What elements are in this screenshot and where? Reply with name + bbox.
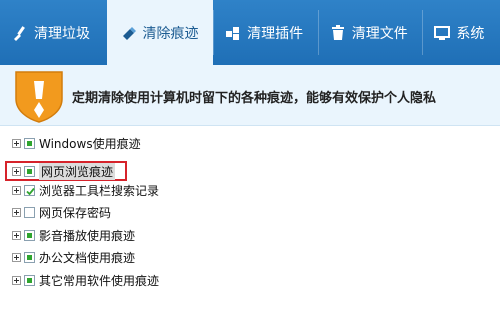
partial-checkbox-icon[interactable] bbox=[24, 229, 35, 241]
monitor-icon bbox=[434, 25, 451, 41]
tab-label: 清理插件 bbox=[247, 25, 304, 42]
trash-icon bbox=[330, 24, 346, 41]
expand-icon[interactable] bbox=[12, 230, 21, 240]
tree-item-label: 其它常用软件使用痕迹 bbox=[39, 273, 160, 288]
tree-item-office-docs[interactable]: 办公文档使用痕迹 bbox=[12, 247, 135, 267]
tab-clear-traces[interactable]: 清除痕迹 bbox=[106, 0, 214, 65]
tree-item-label: Windows使用痕迹 bbox=[39, 136, 141, 151]
expand-icon[interactable] bbox=[12, 275, 21, 285]
tab-system[interactable]: 系统 bbox=[422, 0, 500, 65]
partial-checkbox-icon[interactable] bbox=[24, 274, 35, 286]
shield-icon bbox=[15, 71, 63, 123]
eraser-icon bbox=[121, 25, 137, 41]
partial-checkbox-icon[interactable] bbox=[24, 137, 35, 149]
expand-icon[interactable] bbox=[12, 138, 21, 148]
expand-icon[interactable] bbox=[12, 185, 21, 195]
broom-icon bbox=[12, 25, 28, 41]
expand-icon[interactable] bbox=[12, 207, 21, 217]
partial-checkbox-icon[interactable] bbox=[24, 165, 35, 177]
info-banner: 定期清除使用计算机时留下的各种痕迹，能够有效保护个人隐私 bbox=[0, 65, 500, 126]
tree-item-label: 网页保存密码 bbox=[39, 205, 112, 220]
tree-item-media-playback[interactable]: 影音播放使用痕迹 bbox=[12, 225, 135, 245]
tab-label: 系统 bbox=[456, 25, 485, 42]
tab-bar: 清理垃圾 清除痕迹 清理插件 清理文件 系统 bbox=[0, 0, 500, 65]
tree-item-label: 办公文档使用痕迹 bbox=[39, 250, 136, 265]
tab-label: 清除痕迹 bbox=[142, 25, 199, 42]
tab-clean-junk[interactable]: 清理垃圾 bbox=[0, 0, 107, 65]
partial-checkbox-icon[interactable] bbox=[24, 251, 35, 263]
banner-description: 定期清除使用计算机时留下的各种痕迹，能够有效保护个人隐私 bbox=[72, 91, 437, 106]
puzzle-icon bbox=[225, 25, 241, 41]
empty-checkbox-icon[interactable] bbox=[24, 206, 35, 218]
expand-icon[interactable] bbox=[12, 252, 21, 262]
tree-item-toolbar-search[interactable]: 浏览器工具栏搜索记录 bbox=[12, 180, 159, 200]
tree-item-saved-passwords[interactable]: 网页保存密码 bbox=[12, 202, 111, 222]
tree-item-label: 影音播放使用痕迹 bbox=[39, 228, 136, 243]
tab-label: 清理文件 bbox=[351, 25, 408, 42]
checked-checkbox-icon[interactable] bbox=[24, 184, 35, 196]
tree-item-label: 浏览器工具栏搜索记录 bbox=[39, 183, 160, 198]
tab-clean-plugins[interactable]: 清理插件 bbox=[213, 0, 318, 65]
tree-item-other-software[interactable]: 其它常用软件使用痕迹 bbox=[12, 270, 159, 290]
tab-label: 清理垃圾 bbox=[34, 25, 90, 42]
tab-clean-files[interactable]: 清理文件 bbox=[317, 0, 423, 65]
tree-item-windows[interactable]: Windows使用痕迹 bbox=[12, 133, 141, 153]
tree-item-web-browsing[interactable]: 网页浏览痕迹 bbox=[12, 161, 116, 181]
expand-icon[interactable] bbox=[12, 166, 21, 176]
tree-item-label: 网页浏览痕迹 bbox=[39, 162, 116, 180]
